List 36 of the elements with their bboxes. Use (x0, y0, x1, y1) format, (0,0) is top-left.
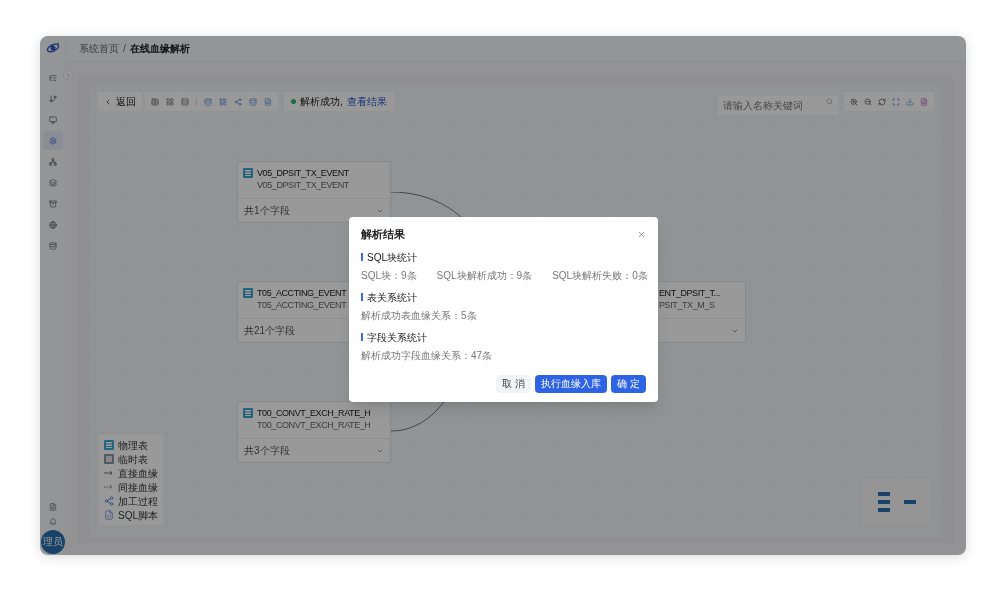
node-subtitle: T05_ACCTING_EVENT (257, 299, 347, 311)
node-title: T05_ACCTING_EVENT (257, 288, 347, 299)
section-heading: SQL块统计 (367, 250, 417, 265)
breadcrumb-separator: / (123, 42, 126, 56)
stat-text: SQL块：9条 (361, 268, 417, 283)
node-title: ENT_DPSIT_T... (659, 288, 720, 299)
table-node[interactable]: V05_DPSIT_TX_EVENT V05_DPSIT_TX_EVENT 共1个字段 (237, 161, 391, 223)
breadcrumb-item[interactable]: 系统首页 (79, 41, 119, 56)
table-node[interactable]: T00_CONVT_EXCH_RATE_H T00_CONVT_EXCH_RATE_H 共3个字段 (237, 401, 391, 463)
node-title: V05_DPSIT_TX_EVENT (257, 168, 349, 179)
back-button[interactable]: 返回 (98, 92, 142, 111)
field-count: 共1个字段 (244, 204, 290, 218)
view-result-link[interactable]: 查看结果 (346, 94, 387, 109)
status-text: 解析成功, (300, 95, 343, 109)
legend-label: SQL脚本 (118, 508, 158, 523)
legend-label: 直接血缘 (118, 466, 158, 481)
legend-label: 物理表 (118, 438, 148, 453)
node-subtitle: T00_CONVT_EXCH_RATE_H (257, 419, 371, 431)
breadcrumb-item[interactable]: 在线血缘解析 (129, 41, 190, 56)
legend-label: 间接血缘 (118, 480, 158, 495)
cancel-button[interactable]: 取 消 (496, 374, 532, 393)
field-count: 共3个字段 (244, 444, 290, 458)
primary-button[interactable]: 确 定 (611, 374, 646, 393)
stat-text: SQL块解析成功：9条 (436, 268, 533, 283)
primary-button[interactable]: 执行血缘入库 (535, 374, 608, 393)
field-count: 共21个字段 (244, 324, 296, 338)
node-title: T00_CONVT_EXCH_RATE_H (257, 408, 371, 419)
legend-label: 加工过程 (118, 494, 158, 509)
search-field[interactable]: 请输入名称关键词 (718, 96, 838, 115)
stat-text: SQL块解析失败：0条 (552, 268, 648, 283)
node-subtitle: PSIT_TX_M_S (659, 299, 716, 311)
avatar[interactable]: 理员 (40, 530, 65, 554)
dialog-title: 解析结果 (361, 227, 405, 242)
legend-label: 临时表 (118, 452, 148, 467)
stat-text: 解析成功字段血缘关系：47条 (361, 348, 493, 363)
node-subtitle: V05_DPSIT_TX_EVENT (257, 179, 349, 191)
